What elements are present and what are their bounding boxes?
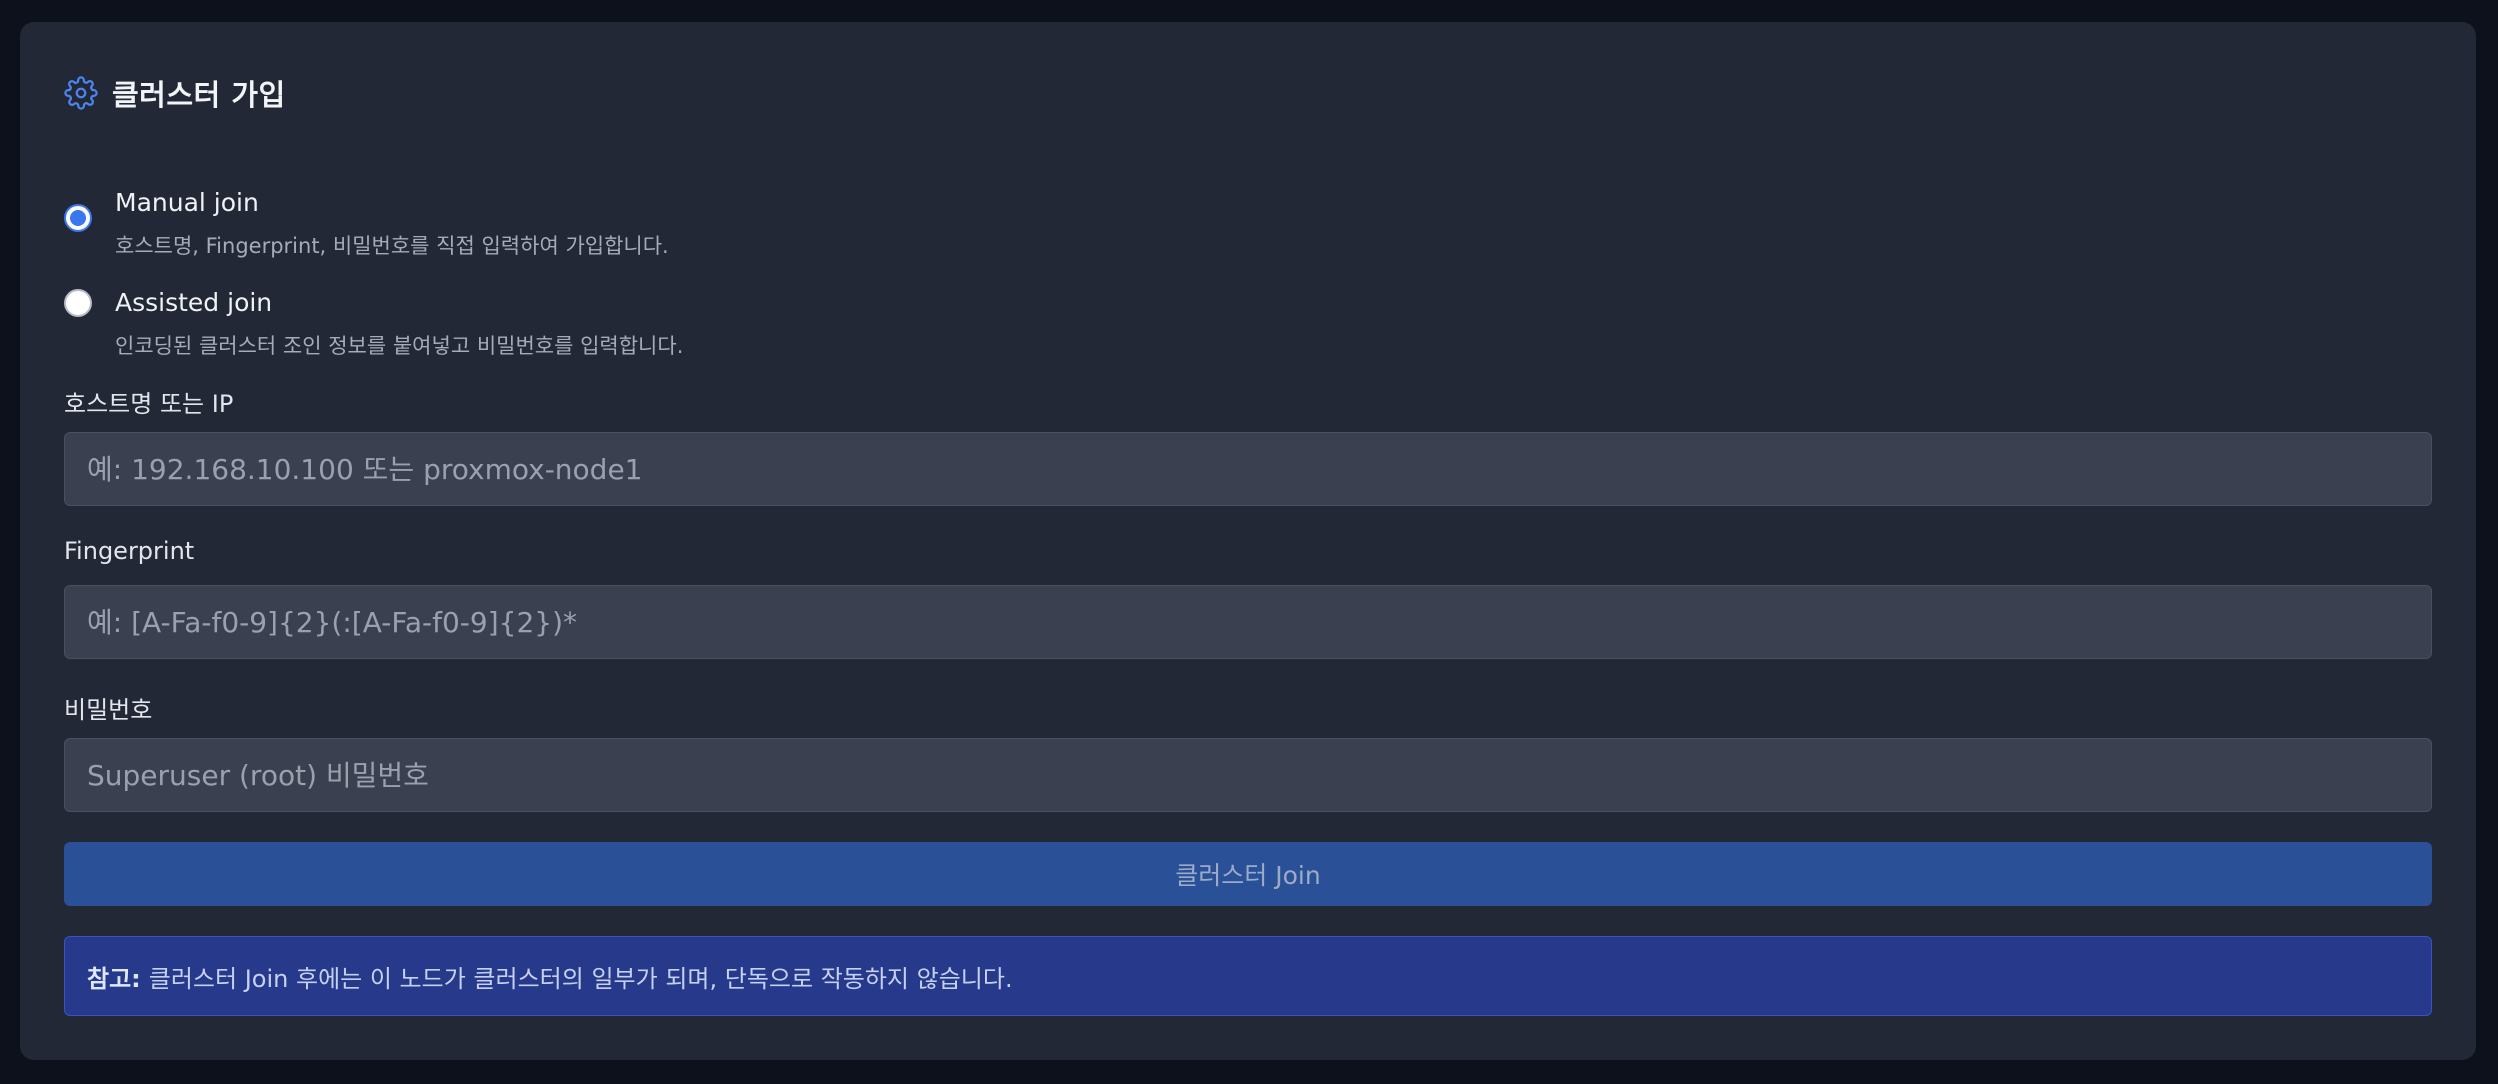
manual-join-radio[interactable] bbox=[64, 204, 92, 232]
manual-join-label[interactable]: Manual join bbox=[115, 188, 259, 217]
info-note: 참고: 클러스터 Join 후에는 이 노드가 클러스터의 일부가 되며, 단독… bbox=[64, 936, 2432, 1016]
password-label: 비밀번호 bbox=[64, 696, 153, 724]
host-input[interactable] bbox=[64, 432, 2432, 506]
assisted-join-label[interactable]: Assisted join bbox=[115, 288, 272, 317]
fingerprint-input[interactable] bbox=[64, 585, 2432, 659]
password-input[interactable] bbox=[64, 738, 2432, 812]
cluster-join-card: 클러스터 가입 Manual join 호스트명, Fingerprint, 비… bbox=[20, 22, 2476, 1060]
note-prefix: 참고: bbox=[87, 964, 141, 993]
card-title: 클러스터 가입 bbox=[112, 78, 286, 112]
assisted-join-description: 인코딩된 클러스터 조인 정보를 붙여넣고 비밀번호를 입력합니다. bbox=[115, 334, 684, 358]
cluster-join-button[interactable]: 클러스터 Join bbox=[64, 842, 2432, 906]
manual-join-description: 호스트명, Fingerprint, 비밀번호를 직접 입력하여 가입합니다. bbox=[115, 234, 669, 258]
gear-icon bbox=[64, 76, 98, 110]
host-label: 호스트명 또는 IP bbox=[64, 390, 234, 418]
fingerprint-label: Fingerprint bbox=[64, 537, 195, 565]
card-header: 클러스터 가입 bbox=[64, 72, 286, 114]
note-text: 클러스터 Join 후에는 이 노드가 클러스터의 일부가 되며, 단독으로 작… bbox=[148, 964, 1013, 993]
assisted-join-radio[interactable] bbox=[64, 289, 92, 317]
